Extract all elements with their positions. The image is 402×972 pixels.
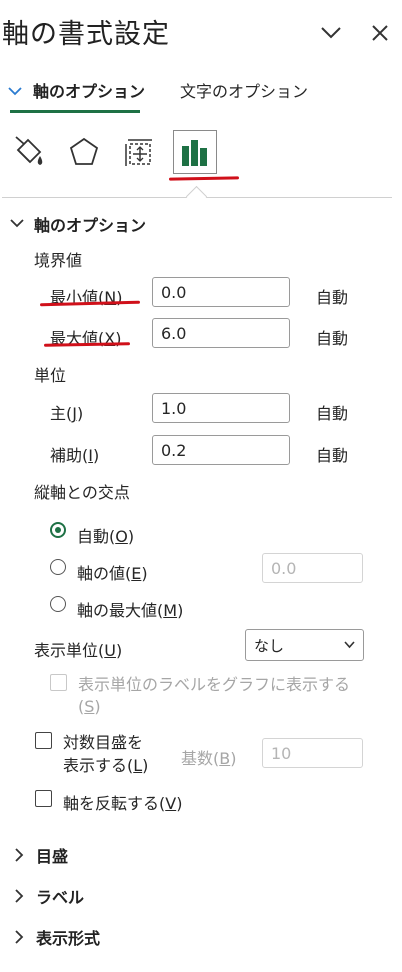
crosses-value-radio[interactable] — [50, 559, 66, 575]
log-base-label: 基数(B) — [181, 749, 237, 768]
section-tick-marks-header[interactable]: 目盛 — [14, 843, 68, 867]
effects-pentagon-icon — [69, 137, 99, 165]
major-unit-input[interactable] — [152, 393, 290, 423]
fill-line-tab[interactable] — [7, 131, 49, 173]
size-properties-tab[interactable] — [119, 131, 161, 173]
chevron-right-icon — [15, 889, 24, 903]
log-scale-label: 対数目盛を 表示する(L) — [63, 733, 149, 775]
chevron-down-icon — [8, 87, 22, 96]
log-base-input[interactable] — [262, 738, 363, 768]
chevron-right-icon — [15, 848, 24, 862]
section-axis-options-header[interactable]: 軸のオプション — [10, 212, 146, 236]
display-units-value: なし — [254, 636, 285, 655]
chevron-down-icon — [344, 641, 355, 649]
chevron-down-icon — [10, 219, 24, 228]
minimum-input[interactable] — [152, 277, 290, 307]
section-number-format-header[interactable]: 表示形式 — [14, 925, 100, 949]
reverse-axis-label: 軸を反転する(V) — [63, 794, 183, 813]
minor-unit-input[interactable] — [152, 435, 290, 465]
size-properties-icon — [125, 139, 152, 166]
minor-unit-auto-button[interactable]: 自動 — [316, 442, 348, 466]
units-label: 単位 — [34, 366, 67, 385]
minor-unit-label: 補助(I) — [50, 446, 100, 465]
maximum-auto-button[interactable]: 自動 — [316, 325, 348, 349]
fill-line-icon — [15, 136, 43, 165]
reverse-axis-checkbox[interactable] — [35, 790, 52, 807]
chevron-right-icon — [15, 930, 24, 944]
tab-active-underline — [10, 110, 140, 113]
pane-options-button[interactable] — [316, 18, 346, 48]
tab-expand-chevron — [8, 82, 22, 101]
axis-options-tab[interactable] — [173, 130, 217, 174]
close-button[interactable] — [365, 18, 395, 48]
show-units-label-checkbox[interactable] — [50, 674, 67, 691]
close-icon — [372, 25, 388, 41]
red-annotation-underline — [168, 176, 240, 181]
minimum-auto-button[interactable]: 自動 — [316, 284, 348, 308]
maximum-input[interactable] — [152, 318, 290, 348]
tab-axis-options[interactable]: 軸のオプション — [33, 78, 145, 102]
log-scale-checkbox[interactable] — [35, 732, 52, 749]
crosses-value-label: 軸の値(E) — [77, 564, 148, 583]
pane-title: 軸の書式設定 — [2, 19, 170, 50]
major-unit-label: 主(J) — [50, 404, 84, 423]
crosses-max-radio[interactable] — [50, 596, 66, 612]
bounds-label: 境界値 — [34, 251, 83, 270]
section-title: 軸のオプション — [34, 216, 147, 235]
crosses-auto-label: 自動(O) — [77, 527, 135, 546]
tab-pointer-notch — [185, 185, 208, 208]
chevron-down-icon — [321, 27, 341, 39]
show-units-label-text: 表示単位のラベルをグラフに表示する (S) — [78, 675, 351, 716]
display-units-select[interactable]: なし — [245, 629, 364, 661]
display-units-label: 表示単位(U) — [34, 641, 123, 660]
axis-options-chart-icon — [182, 140, 207, 166]
effects-tab[interactable] — [63, 131, 105, 173]
major-unit-auto-button[interactable]: 自動 — [316, 400, 348, 424]
crosses-label: 縦軸との交点 — [34, 483, 130, 502]
crosses-auto-radio[interactable] — [50, 522, 66, 538]
section-labels-header[interactable]: ラベル — [14, 884, 84, 908]
crosses-value-input[interactable] — [262, 553, 363, 583]
crosses-max-label: 軸の最大値(M) — [77, 601, 184, 620]
tab-text-options[interactable]: 文字のオプション — [180, 78, 308, 102]
